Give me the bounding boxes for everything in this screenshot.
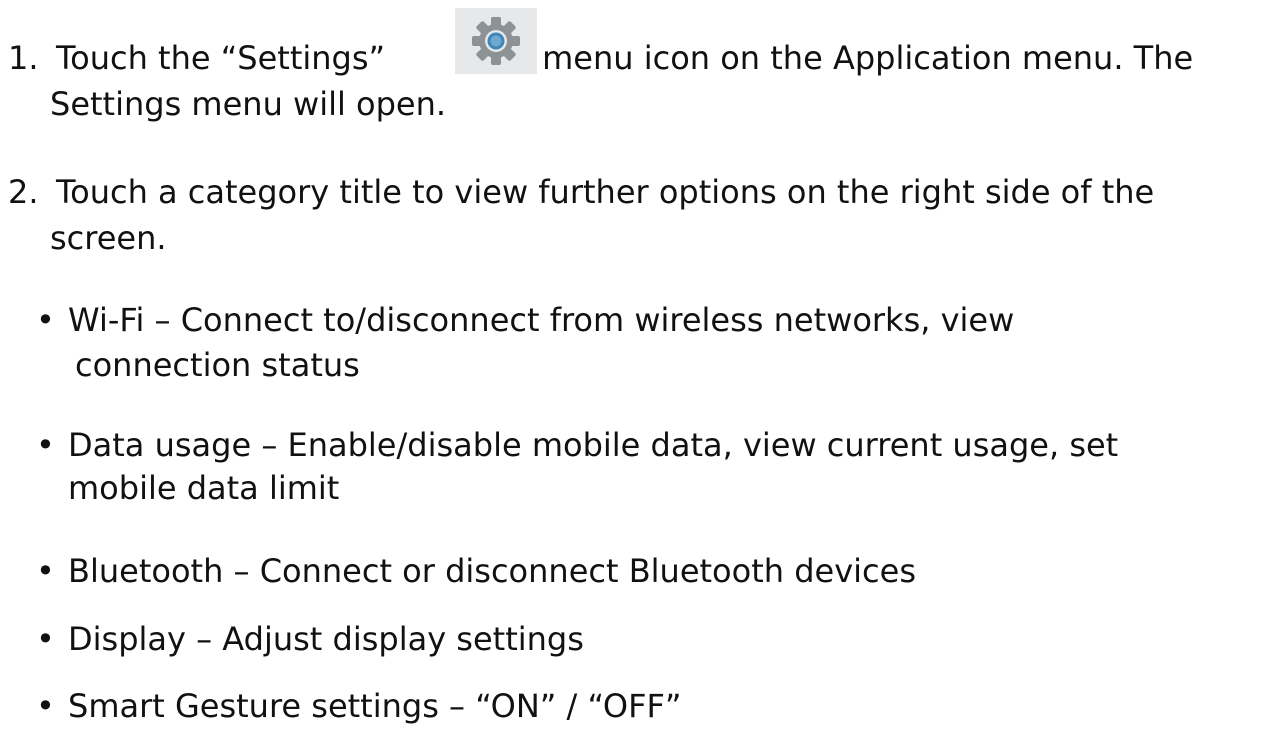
bullet-data-usage-text: Data usage – Enable/disable mobile data,… <box>68 426 1119 464</box>
step-2-number: 2. <box>8 173 39 211</box>
step-2-line: 2. Touch a category title to view further… <box>8 172 1154 212</box>
bullet-data-usage-continuation: mobile data limit <box>68 469 340 507</box>
bullet-display-text: Display – Adjust display settings <box>68 620 584 658</box>
settings-gear-icon <box>455 8 537 74</box>
step-1-text-before-icon: Touch the “Settings” <box>56 39 386 77</box>
bullet-wifi-text: Wi-Fi – Connect to/disconnect from wirel… <box>68 301 1015 339</box>
bullet-bluetooth: • Bluetooth – Connect or disconnect Bluet… <box>36 551 916 591</box>
step-2-text: Touch a category title to view further o… <box>56 173 1155 211</box>
step-1-number: 1. <box>8 39 39 77</box>
bullet-symbol: • <box>36 620 55 658</box>
bullet-bluetooth-text: Bluetooth – Connect or disconnect Blueto… <box>68 552 916 590</box>
bullet-symbol: • <box>36 552 55 590</box>
bullet-wifi: • Wi-Fi – Connect to/disconnect from wire… <box>36 300 1014 340</box>
gear-icon <box>472 17 520 65</box>
bullet-symbol: • <box>36 426 55 464</box>
bullet-symbol: • <box>36 301 55 339</box>
bullet-smart-gesture: • Smart Gesture settings – “ON” / “OFF” <box>36 686 682 726</box>
bullet-data-usage: • Data usage – Enable/disable mobile data… <box>36 425 1118 465</box>
step-2-continuation: screen. <box>50 219 167 257</box>
step-1-text-after-icon: menu icon on the Application menu. The <box>542 39 1194 77</box>
step-1-line: 1. Touch the “Settings” menu icon on the A… <box>8 38 1193 78</box>
bullet-display: • Display – Adjust display settings <box>36 619 584 659</box>
bullet-wifi-continuation: connection status <box>75 346 360 384</box>
bullet-smart-gesture-text: Smart Gesture settings – “ON” / “OFF” <box>68 687 682 725</box>
bullet-symbol: • <box>36 687 55 725</box>
step-1-continuation: Settings menu will open. <box>50 85 447 123</box>
